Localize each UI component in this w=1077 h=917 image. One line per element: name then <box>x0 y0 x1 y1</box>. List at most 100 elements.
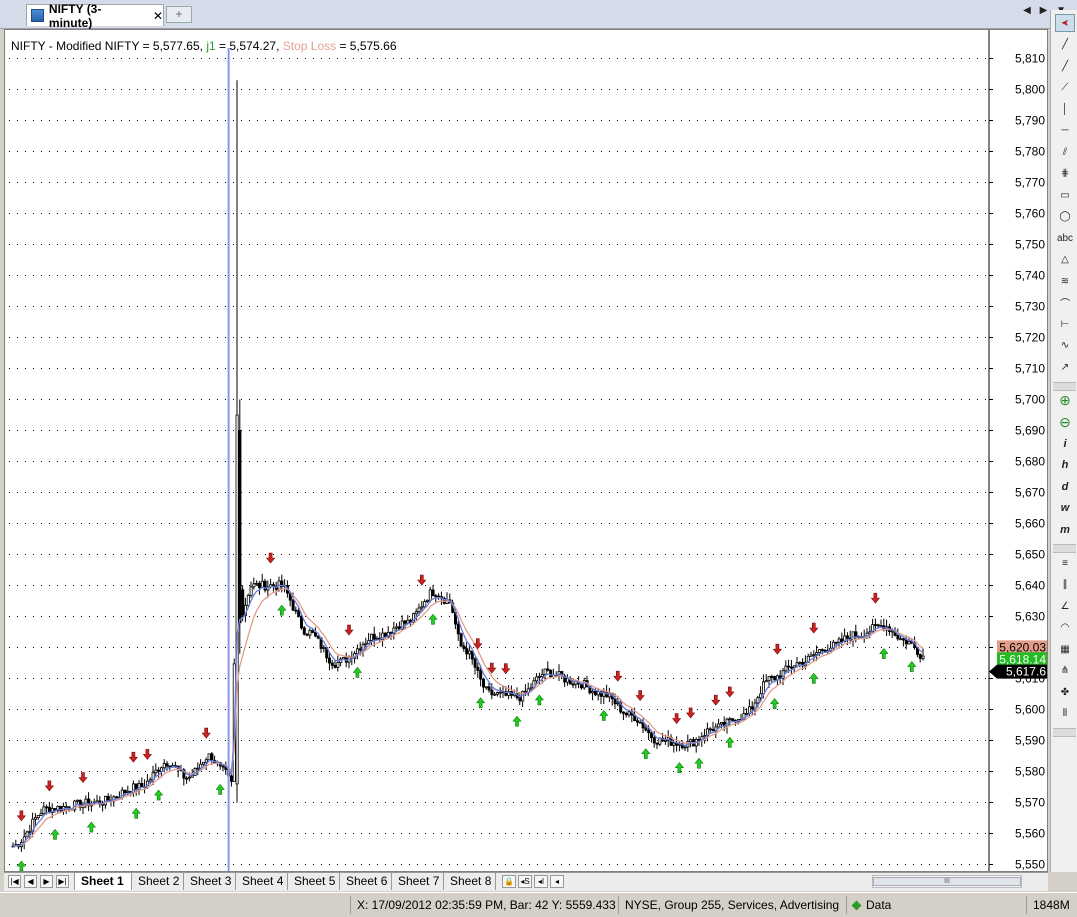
buy-signal-arrow <box>534 694 545 706</box>
fan-tool-icon[interactable]: ≋ <box>1055 272 1075 290</box>
candle-body <box>490 689 494 696</box>
sheet-tab-4[interactable]: Sheet 4 <box>236 873 288 890</box>
candle-body <box>201 761 205 765</box>
sheet-tab-7[interactable]: Sheet 7 <box>392 873 444 890</box>
new-tab-button[interactable]: + <box>166 6 192 23</box>
ray-tool-icon[interactable]: ╱ <box>1055 57 1075 75</box>
text-tool-icon[interactable]: abc <box>1055 229 1075 247</box>
scrollbar-thumb[interactable]: III <box>873 877 1021 886</box>
sheet-tab-8[interactable]: Sheet 8 <box>444 873 496 890</box>
sell-signal-arrow <box>501 663 511 675</box>
buy-signal-arrow <box>428 613 438 625</box>
arc-tool-icon[interactable]: ⌒ <box>1055 294 1075 312</box>
cycle-lines-tool-icon[interactable]: ⦀ <box>1055 705 1075 723</box>
candle-body <box>616 702 620 705</box>
sheet-tab-5[interactable]: Sheet 5 <box>288 873 340 890</box>
candle-body <box>840 638 844 642</box>
grid-tool-icon[interactable]: ▦ <box>1055 640 1075 658</box>
horizontal-line-tool-icon[interactable]: ─ <box>1055 122 1075 140</box>
candle-body <box>627 711 631 716</box>
candle-body <box>257 582 261 589</box>
candle-body <box>456 623 460 635</box>
gann-tool-icon[interactable]: ⊢ <box>1055 315 1075 333</box>
sheet-tab-6[interactable]: Sheet 6 <box>340 873 392 890</box>
candle-body <box>518 697 522 702</box>
pitchfork-tool-icon[interactable]: ⋔ <box>1055 662 1075 680</box>
buy-signal-arrow <box>50 828 60 840</box>
buy-signal-arrow <box>352 666 363 678</box>
buy-signal-arrow <box>641 748 651 760</box>
status-bar: X: 17/09/2012 02:35:59 PM, Bar: 42 Y: 55… <box>0 892 1077 917</box>
line-tool-icon[interactable]: ╱ <box>1055 36 1075 54</box>
candle-body <box>140 783 144 788</box>
first-sheet-button[interactable]: |◀ <box>8 875 21 888</box>
toolbar-separator[interactable] <box>1053 381 1076 391</box>
candle-body <box>529 687 533 690</box>
toolbar-separator[interactable] <box>1053 544 1076 553</box>
d-tool-icon[interactable]: d <box>1055 478 1075 496</box>
chart-pane[interactable]: 5,810 5,800 5,790 5,780 5,770 5,760 5,750 5,740… <box>4 29 1048 872</box>
candle-body <box>238 430 242 624</box>
close-tab-icon[interactable]: ✕ <box>153 9 163 23</box>
info-i-tool-icon[interactable]: i <box>1055 435 1075 453</box>
candle-body <box>798 661 802 664</box>
lock-sheet-icon[interactable]: 🔒 <box>502 875 516 888</box>
parallel-lines-tool-icon[interactable]: ⫽ <box>1055 143 1075 161</box>
prev-sheet-button[interactable]: ◀ <box>24 875 37 888</box>
rainbow-tool-icon[interactable]: ◠ <box>1055 619 1075 637</box>
insert-sheet-icon[interactable]: ◂I <box>534 875 548 888</box>
sheet-tab-2[interactable]: Sheet 2 <box>132 873 184 890</box>
w-tool-icon[interactable]: w <box>1055 499 1075 517</box>
rectangle-tool-icon[interactable]: ▭ <box>1055 186 1075 204</box>
last-sheet-button[interactable]: ▶| <box>56 875 69 888</box>
buy-signal-arrow <box>512 715 522 727</box>
sheet-tab-3[interactable]: Sheet 3 <box>184 873 236 890</box>
sell-signal-arrow <box>201 727 211 739</box>
data-status[interactable]: Data <box>846 896 1026 914</box>
candle-body <box>76 799 80 802</box>
horizontal-scrollbar[interactable]: III <box>872 875 1022 888</box>
polyline-tool-icon[interactable]: ∿ <box>1055 337 1075 355</box>
candle-body <box>479 669 483 680</box>
price-chart[interactable]: 5,810 5,800 5,790 5,780 5,770 5,760 5,750 5,740… <box>5 30 1048 872</box>
ellipse-tool-icon[interactable]: ◯ <box>1055 208 1075 226</box>
candle-body <box>728 718 732 721</box>
candle-body <box>196 767 200 770</box>
candle-body <box>389 631 393 634</box>
buy-signal-arrow <box>153 789 164 801</box>
vertical-line-tool-icon[interactable]: │ <box>1055 100 1075 118</box>
candle-body <box>311 630 315 633</box>
horizontal-lines-tool-icon[interactable]: ≡ <box>1055 554 1075 572</box>
toolbar-separator[interactable] <box>1053 728 1076 737</box>
next-sheet-button[interactable]: ▶ <box>40 875 53 888</box>
vertical-lines-tool-icon[interactable]: ∥ <box>1055 576 1075 594</box>
angle-tool-icon[interactable]: ∠ <box>1055 597 1075 615</box>
y-axis-tick-label: 5,650 <box>1015 548 1045 562</box>
candle-body <box>896 635 900 640</box>
candle-body <box>42 806 46 814</box>
extended-line-tool-icon[interactable]: ⟋ <box>1055 79 1075 97</box>
m-tool-icon[interactable]: m <box>1055 521 1075 539</box>
tab-nifty-chart[interactable]: NIFTY (3-minute) ✕ <box>26 2 164 30</box>
data-status-label: Data <box>866 898 892 912</box>
add-sheet-icon[interactable]: ◂S <box>518 875 532 888</box>
candle-body <box>364 642 368 646</box>
triangle-tool-icon[interactable]: △ <box>1055 251 1075 269</box>
candle-body <box>711 729 715 732</box>
tab-label: NIFTY (3-minute) <box>48 1 102 30</box>
arrow-tool-icon[interactable]: ↗ <box>1055 358 1075 376</box>
cursor-arrow-tool-icon[interactable]: ➤ <box>1055 14 1075 32</box>
scroll-left-icon[interactable]: ◂ <box>550 875 564 888</box>
zoom-out-tool-icon[interactable]: ⊖ <box>1055 413 1075 431</box>
zoom-in-tool-icon[interactable]: ⊕ <box>1055 392 1075 410</box>
candle-body <box>395 626 399 629</box>
sheet-tab-1[interactable]: Sheet 1 <box>74 873 132 890</box>
spiral-tool-icon[interactable]: ✤ <box>1055 683 1075 701</box>
candle-body <box>655 742 659 745</box>
y-axis-tick-label: 5,800 <box>1015 83 1045 97</box>
candle-body <box>613 698 617 705</box>
fibonacci-tool-icon[interactable]: ⋕ <box>1055 165 1075 183</box>
candle-body <box>106 796 110 801</box>
candle-body <box>425 599 429 602</box>
h-tool-icon[interactable]: h <box>1055 456 1075 474</box>
